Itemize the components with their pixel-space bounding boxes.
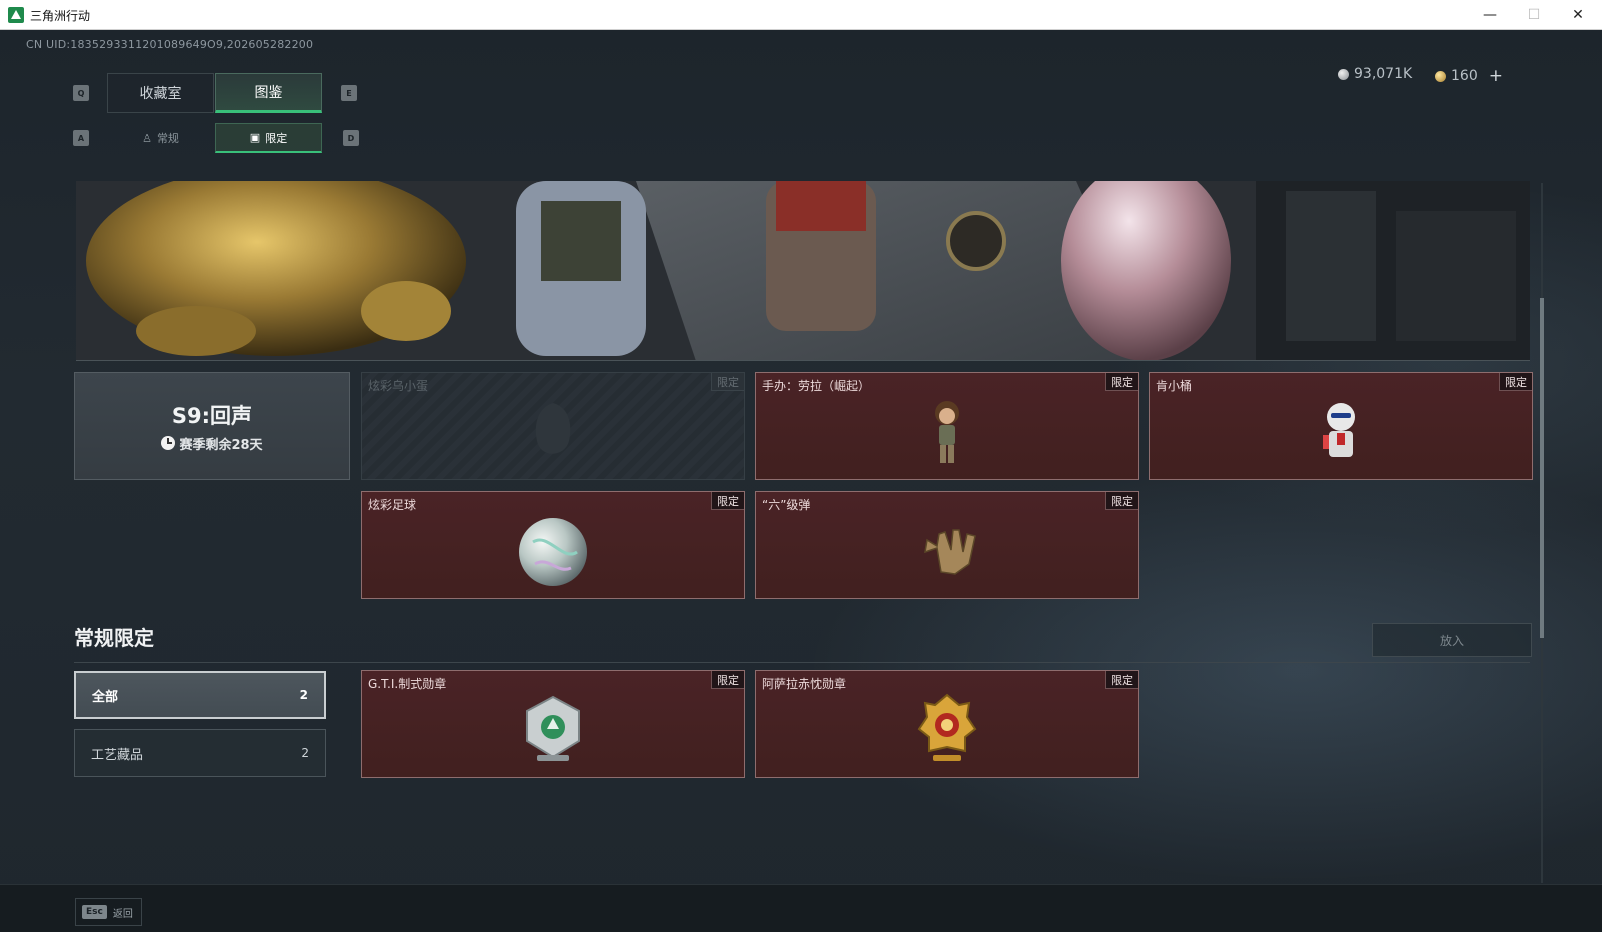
bullet-hand-icon (924, 529, 976, 575)
silver-currency: 93,071K (1338, 66, 1412, 82)
scrollbar-thumb[interactable] (1540, 298, 1544, 638)
window-titlebar: 三角洲行动 — ☐ ✕ (0, 0, 1602, 30)
season-info-card: S9:回声 赛季剩余28天 (74, 372, 350, 480)
rainbow-egg-silhouette-icon (535, 403, 571, 454)
item-card-rainbow-egg[interactable]: 炫彩乌小蛋 限定 (361, 372, 745, 480)
key-hint-d: D (343, 130, 359, 146)
back-label: 返回 (112, 908, 133, 920)
item-name: 肯小桶 (1156, 379, 1193, 393)
section-title: 常规限定 (74, 626, 154, 650)
key-hint-e: E (341, 85, 357, 101)
filter-label: 工艺藏品 (91, 747, 144, 763)
tab-collection-room[interactable]: 收藏室 (107, 73, 214, 113)
item-name: 炫彩足球 (368, 498, 417, 512)
item-name: 炫彩乌小蛋 (368, 379, 429, 393)
item-card-lara-figure[interactable]: 手办：劳拉（崛起） 限定 (755, 372, 1139, 480)
window-title: 三角洲行动 (30, 9, 91, 23)
tab-catalog[interactable]: 图鉴 (215, 73, 322, 113)
back-button[interactable]: Esc 返回 (75, 898, 142, 926)
item-name: G.T.I.制式勋章 (368, 677, 447, 691)
item-card-gti-medal[interactable]: G.T.I.制式勋章 限定 (361, 670, 745, 778)
filter-craft-collectibles[interactable]: 工艺藏品 2 (74, 729, 326, 777)
maximize-button[interactable]: ☐ (1512, 0, 1556, 30)
place-button[interactable]: 放入 (1372, 623, 1532, 657)
uid-label: CN UID:1835293311201089649O9,20260528220… (26, 38, 314, 51)
gold-amount: 160 (1451, 68, 1478, 84)
tab-limited-label: 限定 (265, 131, 288, 145)
season-remaining-text: 赛季剩余28天 (179, 437, 263, 453)
game-viewport: CN UID:1835293311201089649O9,20260528220… (0, 30, 1602, 932)
minimize-button[interactable]: — (1468, 0, 1512, 30)
rainbow-football-icon (519, 518, 587, 586)
picture-icon: ▣ (249, 131, 261, 144)
gti-medal-icon (526, 695, 580, 761)
app-logo-icon (8, 7, 24, 23)
item-card-rainbow-football[interactable]: 炫彩足球 限定 (361, 491, 745, 599)
silver-amount: 93,071K (1354, 66, 1413, 82)
filter-count: 2 (299, 688, 308, 702)
tab-regular[interactable]: ♙ 常规 (107, 123, 214, 153)
asala-medal-icon (917, 693, 977, 761)
filter-all[interactable]: 全部 2 (74, 671, 326, 719)
figure-icon: ♙ (142, 131, 152, 145)
section-divider (74, 662, 1530, 663)
key-hint-a: A (73, 130, 89, 146)
limited-badge: 限定 (1105, 373, 1138, 391)
add-currency-button[interactable]: + (1489, 66, 1503, 86)
filter-label: 全部 (92, 689, 119, 705)
item-card-asala-medal[interactable]: 阿萨拉赤忱勋章 限定 (755, 670, 1139, 778)
limited-badge: 限定 (711, 373, 744, 391)
lara-figure-icon (935, 401, 959, 463)
season-banner-image (76, 181, 1530, 361)
limited-badge: 限定 (1105, 492, 1138, 510)
item-name: “六”级弹 (762, 498, 811, 512)
gold-currency: 160 + (1435, 66, 1503, 86)
limited-badge: 限定 (711, 492, 744, 510)
clock-icon (161, 436, 176, 450)
item-card-ken-bucket[interactable]: 肯小桶 限定 (1149, 372, 1533, 480)
limited-badge: 限定 (1105, 671, 1138, 689)
season-remaining: 赛季剩余28天 (161, 434, 263, 453)
item-name: 阿萨拉赤忱勋章 (762, 677, 847, 691)
bottom-bar: Esc 返回 (0, 884, 1602, 932)
tab-regular-label: 常规 (156, 132, 179, 145)
limited-badge: 限定 (1499, 373, 1532, 391)
gold-coin-icon (1435, 70, 1446, 82)
filter-count: 2 (301, 746, 309, 760)
ken-bucket-figure-icon (1323, 403, 1355, 457)
item-name: 手办：劳拉（崛起） (762, 379, 871, 393)
silver-coin-icon (1338, 68, 1349, 80)
close-button[interactable]: ✕ (1556, 0, 1600, 30)
limited-badge: 限定 (711, 671, 744, 689)
key-hint-q: Q (73, 85, 89, 101)
item-card-six-bullet[interactable]: “六”级弹 限定 (755, 491, 1139, 599)
tab-limited[interactable]: ▣ 限定 (215, 123, 322, 153)
esc-key-icon: Esc (82, 905, 107, 919)
season-title: S9:回声 (171, 403, 253, 428)
